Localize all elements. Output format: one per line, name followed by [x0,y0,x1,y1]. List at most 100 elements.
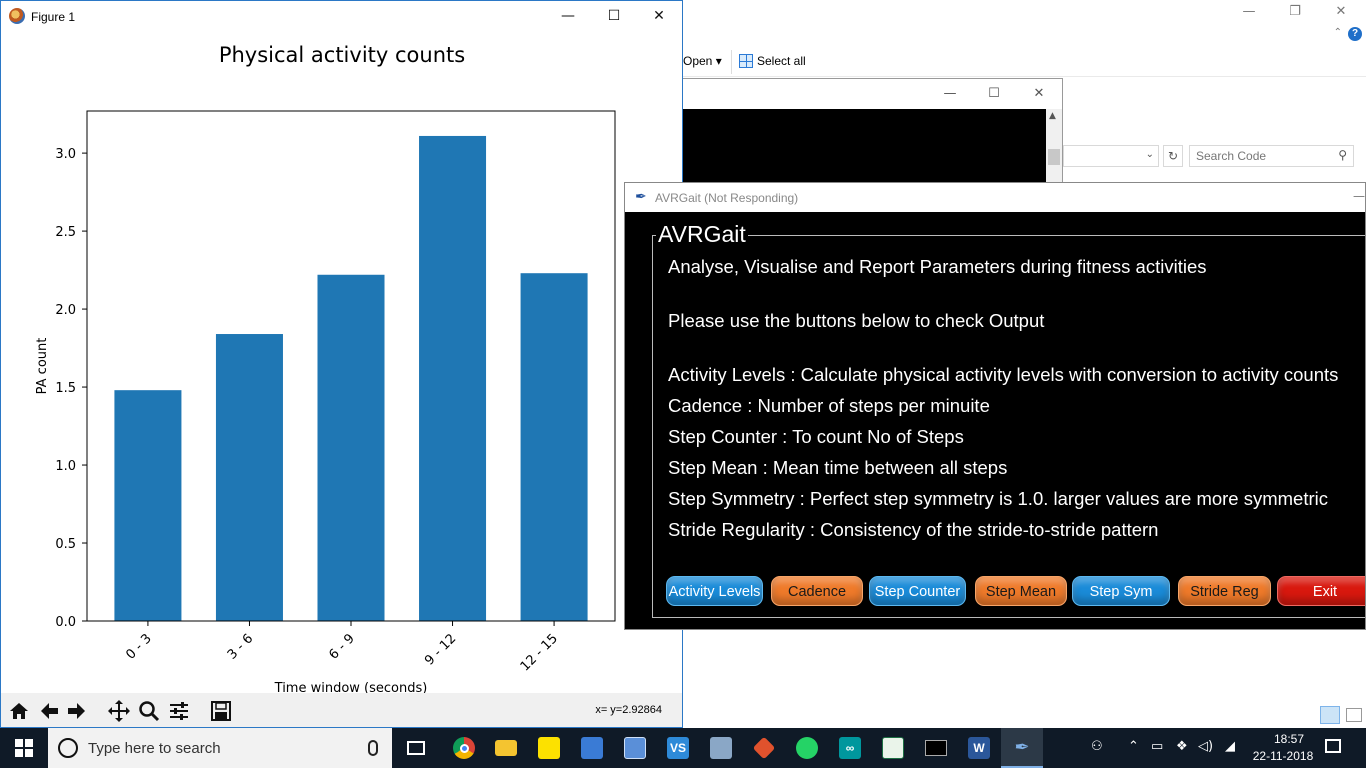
y-tick-label: 1.5 [55,381,76,396]
y-tick-label: 3.0 [55,147,76,162]
exit-button[interactable]: Exit [1277,576,1365,606]
details-view-button[interactable] [1320,706,1340,724]
sticky-notes-icon[interactable] [528,728,570,768]
back-arrow-icon[interactable] [35,697,63,725]
avrgait-window-title: AVRGait (Not Responding) [655,191,799,205]
ribbon-select-all-button[interactable]: Select all [739,54,806,68]
tools-icon[interactable] [700,728,742,768]
file-explorer-icon[interactable] [485,728,527,768]
y-tick-label: 0.5 [55,537,76,552]
taskbar-search-placeholder: Type here to search [88,740,221,757]
help-icon[interactable]: ? [1348,27,1362,41]
volume-icon[interactable]: ◁) [1198,739,1213,754]
y-tick-label: 2.0 [55,303,76,318]
python-feather-icon[interactable]: ✒ [1001,728,1043,768]
git-icon[interactable] [743,728,785,768]
step-sym-button[interactable]: Step Sym [1072,576,1170,606]
step-mean-button[interactable]: Step Mean [975,576,1067,606]
step-mean-description: Step Mean : Mean time between all steps [668,457,1008,478]
y-tick-label: 0.0 [55,615,76,630]
ribbon-border [683,76,1366,77]
cortana-icon [58,738,78,758]
dropbox-icon[interactable]: ❖ [1176,739,1188,754]
x-tick-label: 9 - 12 [422,631,459,668]
chrome-icon[interactable] [443,728,485,768]
show-hidden-icons-icon[interactable]: ⌃ [1128,739,1139,754]
search-placeholder: Search Code [1196,149,1267,163]
scroll-up-icon[interactable]: ▲ [1049,111,1056,121]
console-output [683,109,1046,189]
feather-icon: ✒ [635,189,647,205]
console-scrollbar[interactable]: ▲ [1046,109,1062,189]
figure-window-title: Figure 1 [31,10,76,24]
avrgait-minimize-button[interactable]: — [1353,189,1365,203]
description-line: Analyse, Visualise and Report Parameters… [668,256,1207,277]
network-app-icon[interactable] [571,728,613,768]
activity-levels-button[interactable]: Activity Levels [666,576,763,606]
refresh-button[interactable]: ↻ [1163,145,1183,167]
whatsapp-icon[interactable] [786,728,828,768]
stride-regularity-description: Stride Regularity : Consistency of the s… [668,519,1159,540]
save-icon[interactable] [207,697,235,725]
x-tick-label: 12 - 15 [518,631,561,674]
x-tick-label: 0 - 3 [123,631,154,662]
console-maximize-button[interactable]: ☐ [979,84,1009,104]
clock-time[interactable]: 18:57 [1264,732,1314,746]
search-input[interactable]: Search Code ⚲ [1189,145,1354,167]
zoom-icon[interactable] [135,697,163,725]
collapse-ribbon-icon[interactable]: ⌃ [1334,27,1342,38]
action-center-icon[interactable] [1325,739,1341,753]
avrgait-titlebar[interactable]: ✒ AVRGait (Not Responding) — [625,183,1365,212]
console-minimize-button[interactable]: — [935,84,965,104]
word-icon[interactable]: W [958,728,1000,768]
vs-icon[interactable]: VS [657,728,699,768]
battery-icon[interactable]: ▭ [1151,739,1163,754]
address-bar[interactable]: ⌄ [1063,145,1159,167]
start-button[interactable] [0,728,48,768]
search-icon: ⚲ [1338,148,1347,162]
y-axis-label: PA count [35,338,50,395]
figure-toolbar: x= y=2.92864 [1,693,682,727]
explorer-restore-button[interactable]: ❐ [1272,2,1318,22]
forward-arrow-icon[interactable] [63,697,91,725]
pan-icon[interactable] [105,697,133,725]
large-icons-view-button[interactable] [1346,708,1362,722]
task-view-icon[interactable] [395,728,437,768]
explorer-close-button[interactable]: ✕ [1318,2,1364,22]
home-icon[interactable] [5,697,33,725]
photos-icon[interactable] [614,728,656,768]
console-close-button[interactable]: ✕ [1024,84,1054,104]
x-tick-label: 3 - 6 [225,631,256,662]
scrollbar-thumb[interactable] [1048,149,1060,165]
avrgait-frame-title: AVRGait [656,221,748,247]
chevron-down-icon[interactable]: ⌄ [1146,149,1154,160]
configure-subplots-icon[interactable] [165,697,193,725]
x-axis-label: Time window (seconds) [274,681,428,693]
bar-3-6 [215,334,283,621]
figure-minimize-button[interactable]: — [548,6,588,26]
ribbon-divider [731,50,732,74]
coordinate-readout: x= y=2.92864 [595,704,662,716]
explorer-minimize-button[interactable]: — [1226,2,1272,22]
clock-date[interactable]: 22-11-2018 [1248,749,1318,763]
x-tick-label: 6 - 9 [326,631,357,662]
figure-titlebar[interactable]: Figure 1 — ☐ ✕ [1,1,682,31]
windows-logo-icon [15,739,33,757]
cadence-description: Cadence : Number of steps per minuite [668,395,990,416]
arduino-icon[interactable]: ∞ [829,728,871,768]
people-icon[interactable]: ⚇ [1091,739,1103,754]
avrgait-window: ✒ AVRGait (Not Responding) — AVRGait Ana… [624,182,1366,630]
cadence-button[interactable]: Cadence [771,576,863,606]
step-counter-button[interactable]: Step Counter [869,576,966,606]
wifi-icon[interactable]: ◢ [1225,739,1235,754]
taskbar: Type here to search VS ∞ W ✒ ⚇ ⌃ ▭ ❖ ◁) … [0,728,1366,768]
figure-maximize-button[interactable]: ☐ [594,6,634,26]
command-prompt-icon[interactable] [915,728,957,768]
stride-reg-button[interactable]: Stride Reg [1178,576,1271,606]
figure-close-button[interactable]: ✕ [639,6,679,26]
microphone-icon[interactable] [368,740,378,756]
excel-file-icon[interactable] [872,728,914,768]
step-counter-description: Step Counter : To count No of Steps [668,426,964,447]
ribbon-open-button[interactable]: Open ▾ [683,54,722,68]
taskbar-search-box[interactable]: Type here to search [48,728,392,768]
